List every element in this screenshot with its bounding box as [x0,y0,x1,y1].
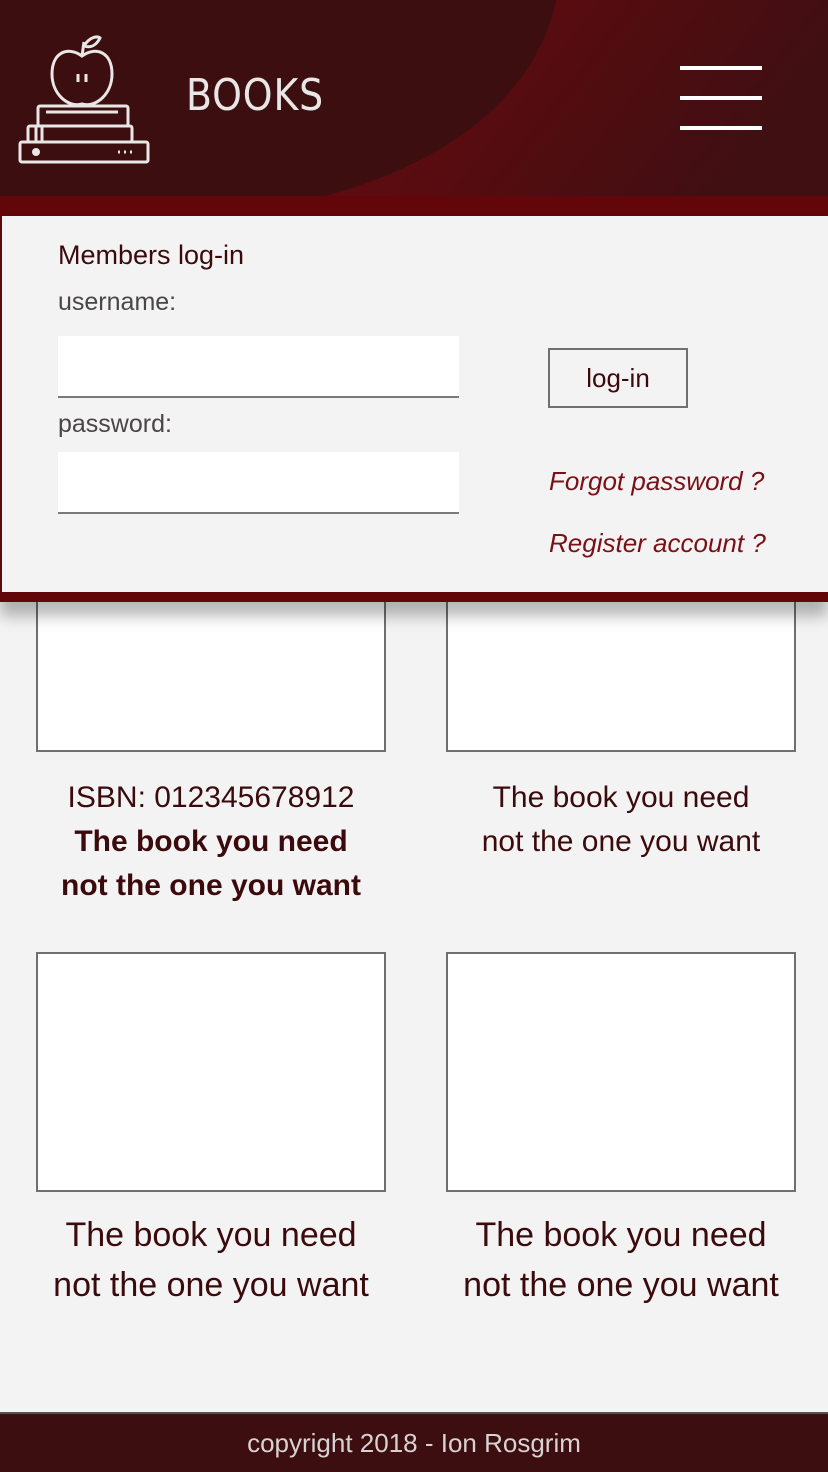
book-caption-2: The book you need not the one you want [441,776,801,864]
header-accent-stripe [0,196,828,216]
book-cover-3[interactable] [36,952,386,1192]
brand-title[interactable]: BOOKS [186,70,324,121]
book-caption-1: ISBN: 012345678912 The book you need not… [31,776,391,908]
hamburger-bar [680,126,762,130]
login-button[interactable]: log-in [548,348,688,408]
book-tagline-line2[interactable]: not the one you want [441,1260,801,1310]
book-tagline-line2[interactable]: not the one you want [441,820,801,864]
password-label: password: [58,410,172,438]
forgot-password-link[interactable]: Forgot password ? [549,466,764,497]
register-account-link[interactable]: Register account ? [549,528,766,559]
username-label: username: [58,288,177,316]
apple-on-books-icon[interactable] [18,30,152,166]
book-caption-4: The book you need not the one you want [441,1210,801,1310]
book-tagline-line1[interactable]: The book you need [31,1210,391,1260]
hamburger-bar [680,96,762,100]
hamburger-menu-icon[interactable] [680,66,762,132]
login-dropdown-panel: Members log-in username: password: log-i… [0,216,828,602]
book-tagline-line1[interactable]: The book you need [441,776,801,820]
hamburger-bar [680,66,762,70]
book-tagline-line1[interactable]: The book you need [441,1210,801,1260]
book-tagline-line2[interactable]: not the one you want [31,864,391,908]
book-caption-3: The book you need not the one you want [31,1210,391,1310]
book-isbn: ISBN: 012345678912 [67,781,355,814]
book-tagline-line2[interactable]: not the one you want [31,1260,391,1310]
username-input[interactable] [58,336,459,398]
site-header: BOOKS [0,0,828,200]
login-title: Members log-in [58,240,245,270]
book-cover-4[interactable] [446,952,796,1192]
site-footer: copyright 2018 - Ion Rosgrim [0,1412,828,1472]
copyright-text: copyright 2018 - Ion Rosgrim [247,1428,581,1458]
book-tagline-line1[interactable]: The book you need [31,820,391,864]
password-input[interactable] [58,452,459,514]
